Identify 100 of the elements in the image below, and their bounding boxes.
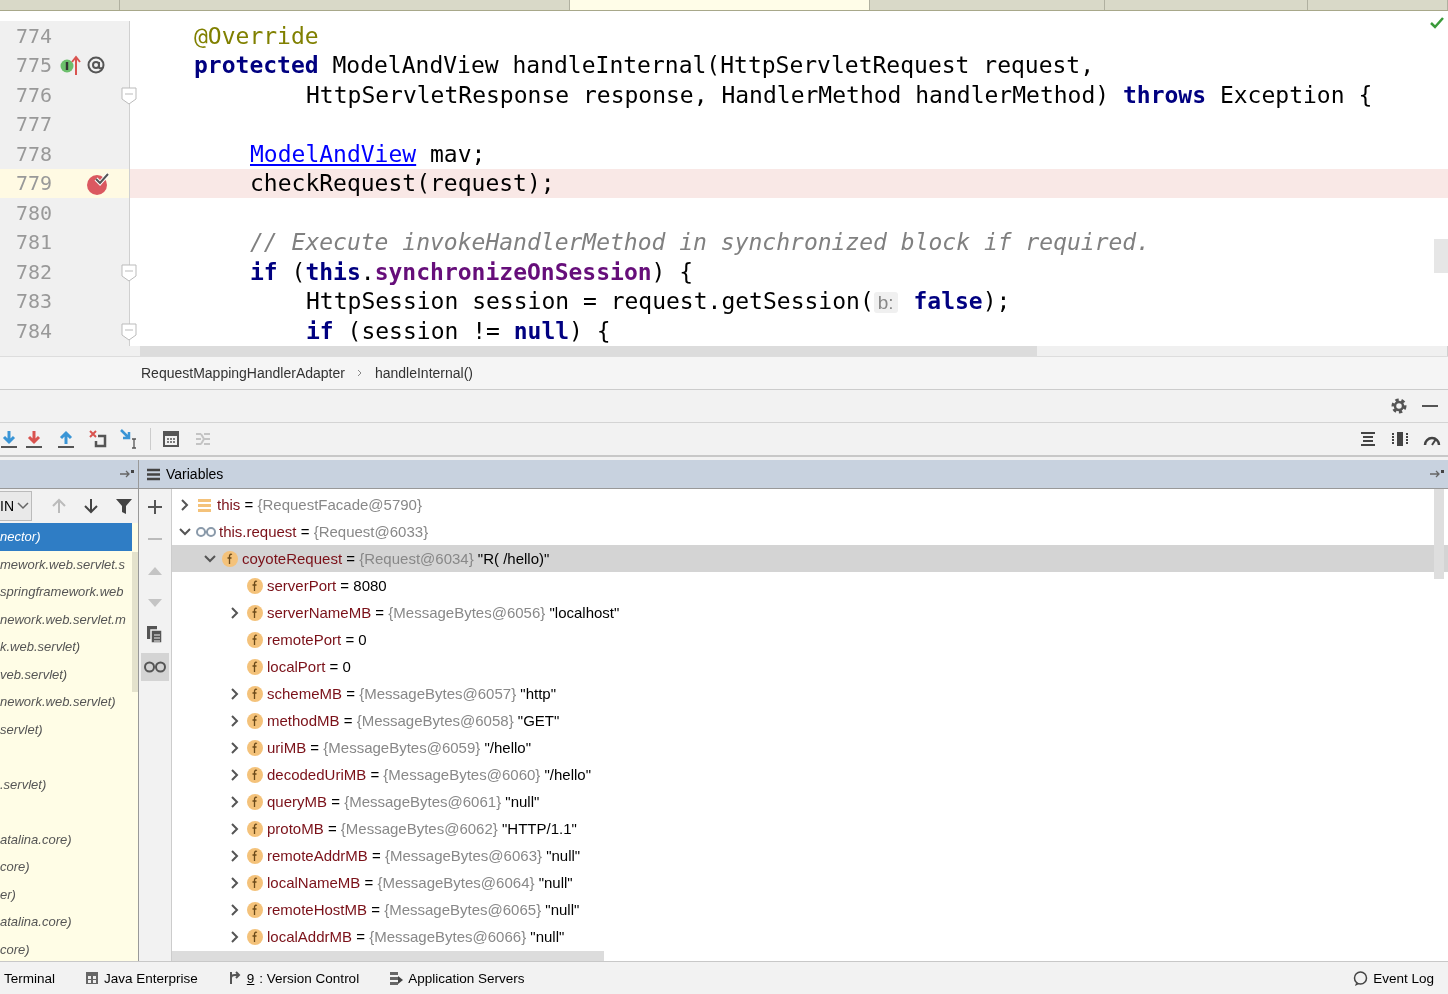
chevron-icon (356, 369, 363, 377)
minimize-icon[interactable] (1422, 404, 1438, 408)
variable-text: localPort = 0 (267, 658, 351, 675)
line-number: 781 (14, 230, 52, 255)
stack-frame[interactable]: core) (0, 853, 132, 881)
tool-window-button[interactable]: Application Servers (389, 970, 525, 986)
stack-frame[interactable]: core) (0, 935, 132, 961)
tool-window-button[interactable]: Event Log (1353, 970, 1434, 986)
menu-icon[interactable] (147, 467, 160, 481)
settings-icon[interactable] (1390, 397, 1408, 415)
calculator-icon[interactable] (163, 431, 179, 447)
variable-text: decodedUriMB = {MessageBytes@6060} "/hello" (267, 766, 591, 783)
code-line: protected ModelAndView handleInternal(HttpServletRequest request, (194, 52, 1095, 79)
breadcrumb-item[interactable]: RequestMappingHandlerAdapter (141, 365, 345, 381)
stack-frame[interactable]: atalina.core) (0, 908, 132, 936)
variable-text: methodMB = {MessageBytes@6058} "GET" (267, 712, 560, 729)
breakpoint-icon[interactable] (86, 171, 110, 196)
code-line: HttpServletResponse response, HandlerMethod handlerMethod) throws Exception { (306, 81, 1373, 108)
grid-icon (85, 971, 99, 985)
chevron-down-icon (17, 502, 29, 510)
breadcrumb-item[interactable]: handleInternal() (374, 365, 473, 381)
scrollbar[interactable] (1434, 489, 1444, 579)
step-out-icon[interactable] (58, 430, 74, 448)
variable-row[interactable]: this.request = {Request@6033} (172, 518, 1448, 545)
variable-row[interactable]: localNameMB = {MessageBytes@6064} "null" (172, 869, 1448, 896)
stack-frame[interactable]: nework.web.servlet.m (0, 605, 132, 633)
variable-row[interactable]: this = {RequestFacade@5790} (172, 491, 1448, 518)
thread-dropdown[interactable]: IN (0, 491, 32, 521)
stack-frame[interactable]: servlet) (0, 715, 132, 743)
variable-row[interactable]: remoteAddrMB = {MessageBytes@6063} "null" (172, 842, 1448, 869)
variable-row[interactable]: protoMB = {MessageBytes@6062} "HTTP/1.1" (172, 815, 1448, 842)
variable-text: coyoteRequest = {Request@6034} "R( /hello)" (242, 550, 550, 567)
field-icon (221, 549, 239, 568)
code-line: if (session != null) { (306, 317, 611, 344)
variable-text: schemeMB = {MessageBytes@6057} "http" (267, 685, 556, 702)
stack-frame[interactable]: er) (0, 880, 132, 908)
field-icon (246, 738, 264, 757)
variable-text: remoteHostMB = {MessageBytes@6065} "null" (267, 901, 580, 918)
field-icon (246, 684, 264, 703)
variable-row[interactable]: queryMB = {MessageBytes@6061} "null" (172, 788, 1448, 815)
variable-row[interactable]: decodedUriMB = {MessageBytes@6060} "/hello" (172, 761, 1448, 788)
drop-frame-icon[interactable] (89, 430, 107, 448)
annotation-icon[interactable] (86, 55, 106, 76)
variable-text: remoteAddrMB = {MessageBytes@6063} "null" (267, 847, 581, 864)
variable-row[interactable]: coyoteRequest = {Request@6034} "R( /hello)" (172, 545, 1448, 572)
variable-text: serverNameMB = {MessageBytes@6056} "localhost" (267, 604, 620, 621)
stack-frame[interactable]: mework.web.servlet.s (0, 550, 132, 578)
stack-frame[interactable]: veb.servlet) (0, 660, 132, 688)
code-line: HttpSession session = request.getSession( b: false); (306, 288, 1011, 315)
variable-text: uriMB = {MessageBytes@6059} "/hello" (267, 739, 531, 756)
variable-row[interactable]: schemeMB = {MessageBytes@6057} "http" (172, 680, 1448, 707)
glasses-icon[interactable] (144, 661, 166, 673)
variable-row[interactable]: remotePort = 0 (172, 626, 1448, 653)
variable-text: queryMB = {MessageBytes@6061} "null" (267, 793, 540, 810)
line-number: 777 (14, 112, 52, 137)
variable-text: this = {RequestFacade@5790} (217, 496, 422, 513)
field-icon (246, 927, 264, 946)
field-icon (246, 711, 264, 730)
plus-icon[interactable] (148, 500, 162, 514)
copy-icon[interactable] (147, 626, 163, 644)
layout-icon[interactable] (1392, 432, 1408, 446)
variable-row[interactable]: methodMB = {MessageBytes@6058} "GET" (172, 707, 1448, 734)
stack-frame[interactable]: nector) (0, 523, 132, 551)
field-icon (246, 900, 264, 919)
force-step-into-icon[interactable] (26, 430, 42, 448)
line-number: 778 (14, 141, 52, 166)
line-number: 784 (14, 318, 52, 343)
stack-frame[interactable]: k.web.servlet) (0, 633, 132, 661)
tool-window-button[interactable]: Terminal (4, 970, 55, 986)
variable-text: localNameMB = {MessageBytes@6064} "null" (267, 874, 573, 891)
scrollbar[interactable] (132, 552, 138, 692)
down-arrow-icon[interactable] (84, 498, 98, 514)
list-icon[interactable] (1361, 432, 1375, 446)
stack-frame[interactable]: atalina.core) (0, 825, 132, 853)
scrollbar[interactable] (1434, 239, 1448, 273)
filter-icon[interactable] (116, 498, 132, 514)
tool-window-button[interactable]: 9 : Version Control (227, 970, 360, 986)
variable-row[interactable]: uriMB = {MessageBytes@6059} "/hello" (172, 734, 1448, 761)
scrollbar[interactable] (172, 951, 604, 961)
implements-icon[interactable] (60, 54, 84, 77)
code-line: if (this.synchronizeOnSession) { (250, 258, 694, 285)
variable-row[interactable]: localAddrMB = {MessageBytes@6066} "null" (172, 923, 1448, 950)
line-number: 782 (14, 259, 52, 284)
variable-row[interactable]: remoteHostMB = {MessageBytes@6065} "null" (172, 896, 1448, 923)
scrollbar[interactable] (140, 346, 1037, 356)
stack-frame[interactable]: nework.web.servlet) (0, 688, 132, 716)
step-into-icon[interactable] (1, 430, 17, 448)
watch-icon (196, 525, 216, 538)
stack-frame[interactable]: springframework.web (0, 578, 132, 606)
tool-window-button[interactable]: Java Enterprise (85, 970, 198, 986)
pin-icon[interactable] (1430, 469, 1444, 479)
variable-row[interactable]: localPort = 0 (172, 653, 1448, 680)
stack-frame[interactable]: .servlet) (0, 770, 132, 798)
code-line: ModelAndView mav; (250, 140, 486, 167)
field-icon (246, 819, 264, 838)
field-icon (246, 657, 264, 676)
pin-icon[interactable] (120, 469, 134, 479)
variable-row[interactable]: serverPort = 8080 (172, 572, 1448, 599)
variable-row[interactable]: serverNameMB = {MessageBytes@6056} "localhost" (172, 599, 1448, 626)
variable-text: protoMB = {MessageBytes@6062} "HTTP/1.1" (267, 820, 577, 837)
